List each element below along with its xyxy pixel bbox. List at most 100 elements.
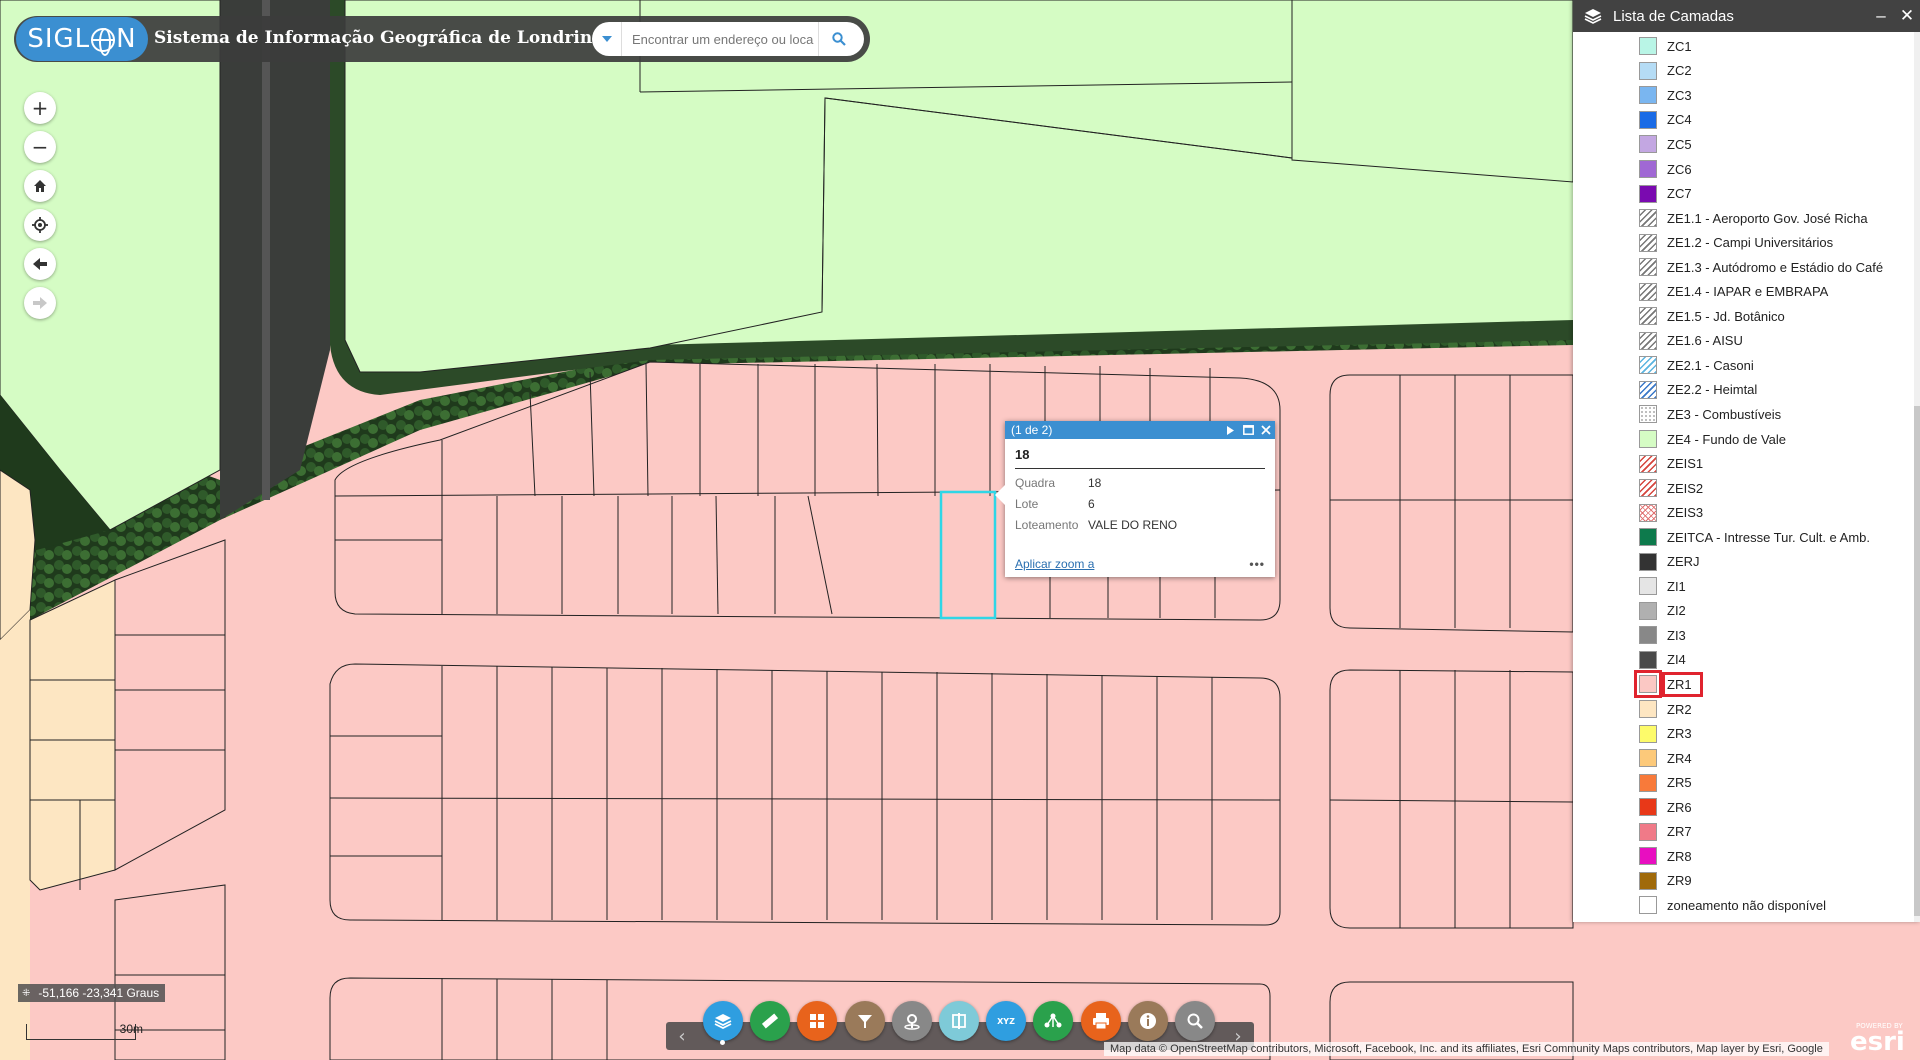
layer-legend-item[interactable]: ZEIS2 [1573, 476, 1913, 501]
close-panel-button[interactable]: ✕ [1894, 6, 1920, 26]
legend-swatch [1639, 552, 1657, 571]
toolbar-prev-button[interactable]: ‹ [672, 1024, 692, 1048]
scrollbar-thumb[interactable] [1914, 406, 1920, 916]
filter-tool-button[interactable] [844, 1001, 885, 1041]
layer-legend-item[interactable]: ZR9 [1573, 869, 1913, 894]
svg-text:XYZ: XYZ [997, 1017, 1015, 1026]
info-tool-button[interactable] [1127, 1001, 1168, 1041]
print-tool-button[interactable] [1080, 1001, 1121, 1041]
layer-legend-item[interactable]: ZE1.5 - Jd. Botânico [1573, 304, 1913, 329]
locate-icon [32, 217, 48, 233]
layer-legend-item[interactable]: ZI4 [1573, 648, 1913, 673]
legend-label: ZEITCA - Intresse Tur. Cult. e Amb. [1667, 529, 1871, 545]
swipe-tool-button[interactable] [939, 1001, 979, 1041]
locate-button[interactable] [24, 209, 56, 241]
location-tool-button[interactable] [891, 1001, 932, 1041]
siglon-logo[interactable]: SIGL N [16, 17, 148, 61]
layer-legend-item[interactable]: ZR8 [1573, 844, 1913, 869]
layer-legend-item[interactable]: ZE4 - Fundo de Vale [1573, 427, 1913, 452]
search-tool-button[interactable] [1175, 1001, 1215, 1041]
xyz-tool-button[interactable]: XYZ [986, 1001, 1027, 1041]
layer-legend-item[interactable]: ZE1.6 - AISU [1573, 329, 1913, 354]
legend-label: ZE4 - Fundo de Vale [1667, 431, 1786, 447]
search-button[interactable] [818, 22, 858, 56]
layer-legend-item[interactable]: ZI1 [1573, 574, 1913, 599]
legend-swatch [1639, 626, 1657, 645]
coordinate-readout[interactable]: ⁜ -51,166 -23,341 Graus [18, 984, 166, 1002]
layer-legend-item[interactable]: ZI3 [1573, 623, 1913, 648]
layers-tool-button[interactable] [703, 1001, 743, 1041]
layer-legend-item[interactable]: ZC6 [1573, 157, 1913, 182]
layer-legend-item[interactable]: ZC4 [1573, 108, 1913, 133]
home-icon [34, 180, 46, 192]
layer-legend-item[interactable]: ZE1.4 - IAPAR e EMBRAPA [1573, 279, 1913, 304]
layer-legend-item[interactable]: ZE1.1 - Aeroporto Gov. José Richa [1573, 206, 1913, 231]
popup-maximize-button[interactable] [1239, 425, 1257, 435]
field-key: Loteamento [1015, 518, 1079, 532]
legend-swatch [1639, 577, 1657, 596]
swipe-icon [952, 1013, 966, 1029]
back-button[interactable] [24, 248, 56, 280]
esri-logo[interactable]: POWERED BY esri [1850, 1022, 1912, 1056]
layer-legend-item[interactable]: zoneamento não disponível [1573, 893, 1913, 918]
legend-label: ZE1.1 - Aeroporto Gov. José Richa [1667, 210, 1868, 226]
layer-legend-item[interactable]: ZC3 [1573, 83, 1913, 108]
layer-legend-item[interactable]: ZE2.2 - Heimtal [1573, 378, 1913, 403]
layer-legend-item[interactable]: ZC7 [1573, 181, 1913, 206]
layer-legend-item[interactable]: ZEIS1 [1573, 451, 1913, 476]
layer-legend-item[interactable]: ZE1.2 - Campi Universitários [1573, 230, 1913, 255]
legend-swatch [1639, 700, 1657, 719]
legend-label: ZE1.4 - IAPAR e EMBRAPA [1667, 284, 1829, 300]
layer-legend-item[interactable]: ZR1 [1573, 670, 1913, 699]
legend-swatch [1639, 601, 1657, 620]
share-icon [1044, 1013, 1062, 1028]
popup-close-button[interactable] [1257, 425, 1275, 435]
print-icon [1092, 1013, 1109, 1030]
minimize-button[interactable]: – [1868, 6, 1894, 26]
layer-legend-item[interactable]: ZEITCA - Intresse Tur. Cult. e Amb. [1573, 525, 1913, 550]
layer-legend-item[interactable]: ZR3 [1573, 721, 1913, 746]
legend-swatch [1639, 773, 1657, 792]
layer-legend-item[interactable]: ZEIS3 [1573, 500, 1913, 525]
legend-swatch [1639, 430, 1657, 449]
forward-button[interactable] [24, 287, 56, 319]
more-options-button[interactable]: ••• [1249, 557, 1265, 571]
legend-label: ZR9 [1667, 873, 1692, 889]
search-source-dropdown[interactable] [592, 22, 622, 56]
layer-legend-list[interactable]: ZC1 ZC2 ZC3 ZC4 ZC5 ZC6 ZC7 ZE1.1 - Aeroporto G… [1573, 34, 1913, 918]
field-key: Lote [1015, 497, 1039, 511]
layer-legend-item[interactable]: ZI2 [1573, 599, 1913, 624]
layer-legend-item[interactable]: ZE1.3 - Autódromo e Estádio do Café [1573, 255, 1913, 280]
layer-legend-item[interactable]: ZC5 [1573, 132, 1913, 157]
layer-legend-item[interactable]: ZERJ [1573, 549, 1913, 574]
logo-text: SIGL [27, 24, 91, 54]
legend-swatch [1639, 479, 1657, 498]
layer-legend-item[interactable]: ZC1 [1573, 34, 1913, 59]
zoom-to-link[interactable]: Aplicar zoom a [1015, 557, 1094, 571]
layer-panel-header: Lista de Camadas – ✕ [1573, 0, 1920, 32]
app-title: Sistema de Informação Geográfica de Lond… [154, 28, 604, 48]
layer-legend-item[interactable]: ZC2 [1573, 59, 1913, 84]
zoom-in-button[interactable]: + [24, 92, 56, 124]
legend-label: ZE2.2 - Heimtal [1667, 382, 1758, 398]
popup-next-button[interactable] [1221, 425, 1239, 435]
home-button[interactable] [24, 170, 56, 202]
layer-legend-item[interactable]: ZR7 [1573, 820, 1913, 845]
layer-legend-item[interactable]: ZE2.1 - Casoni [1573, 353, 1913, 378]
scale-label: 30m [119, 1022, 143, 1036]
layer-legend-item[interactable]: ZR5 [1573, 770, 1913, 795]
layer-legend-item[interactable]: ZR4 [1573, 746, 1913, 771]
legend-label: ZC6 [1667, 161, 1692, 177]
field-value: 18 [1088, 476, 1102, 490]
search-input[interactable] [622, 24, 818, 54]
xyz-icon: XYZ [997, 1017, 1015, 1026]
legend-label: ZEIS1 [1667, 456, 1704, 472]
measure-tool-button[interactable] [750, 1001, 791, 1041]
layer-legend-item[interactable]: ZR2 [1573, 697, 1913, 722]
grid-icon [810, 1014, 825, 1028]
layer-legend-item[interactable]: ZE3 - Combustíveis [1573, 402, 1913, 427]
layer-legend-item[interactable]: ZR6 [1573, 795, 1913, 820]
layer-panel-scrollbar[interactable] [1914, 32, 1920, 922]
legend-swatch [1639, 356, 1657, 375]
zoom-out-button[interactable]: − [24, 131, 56, 163]
